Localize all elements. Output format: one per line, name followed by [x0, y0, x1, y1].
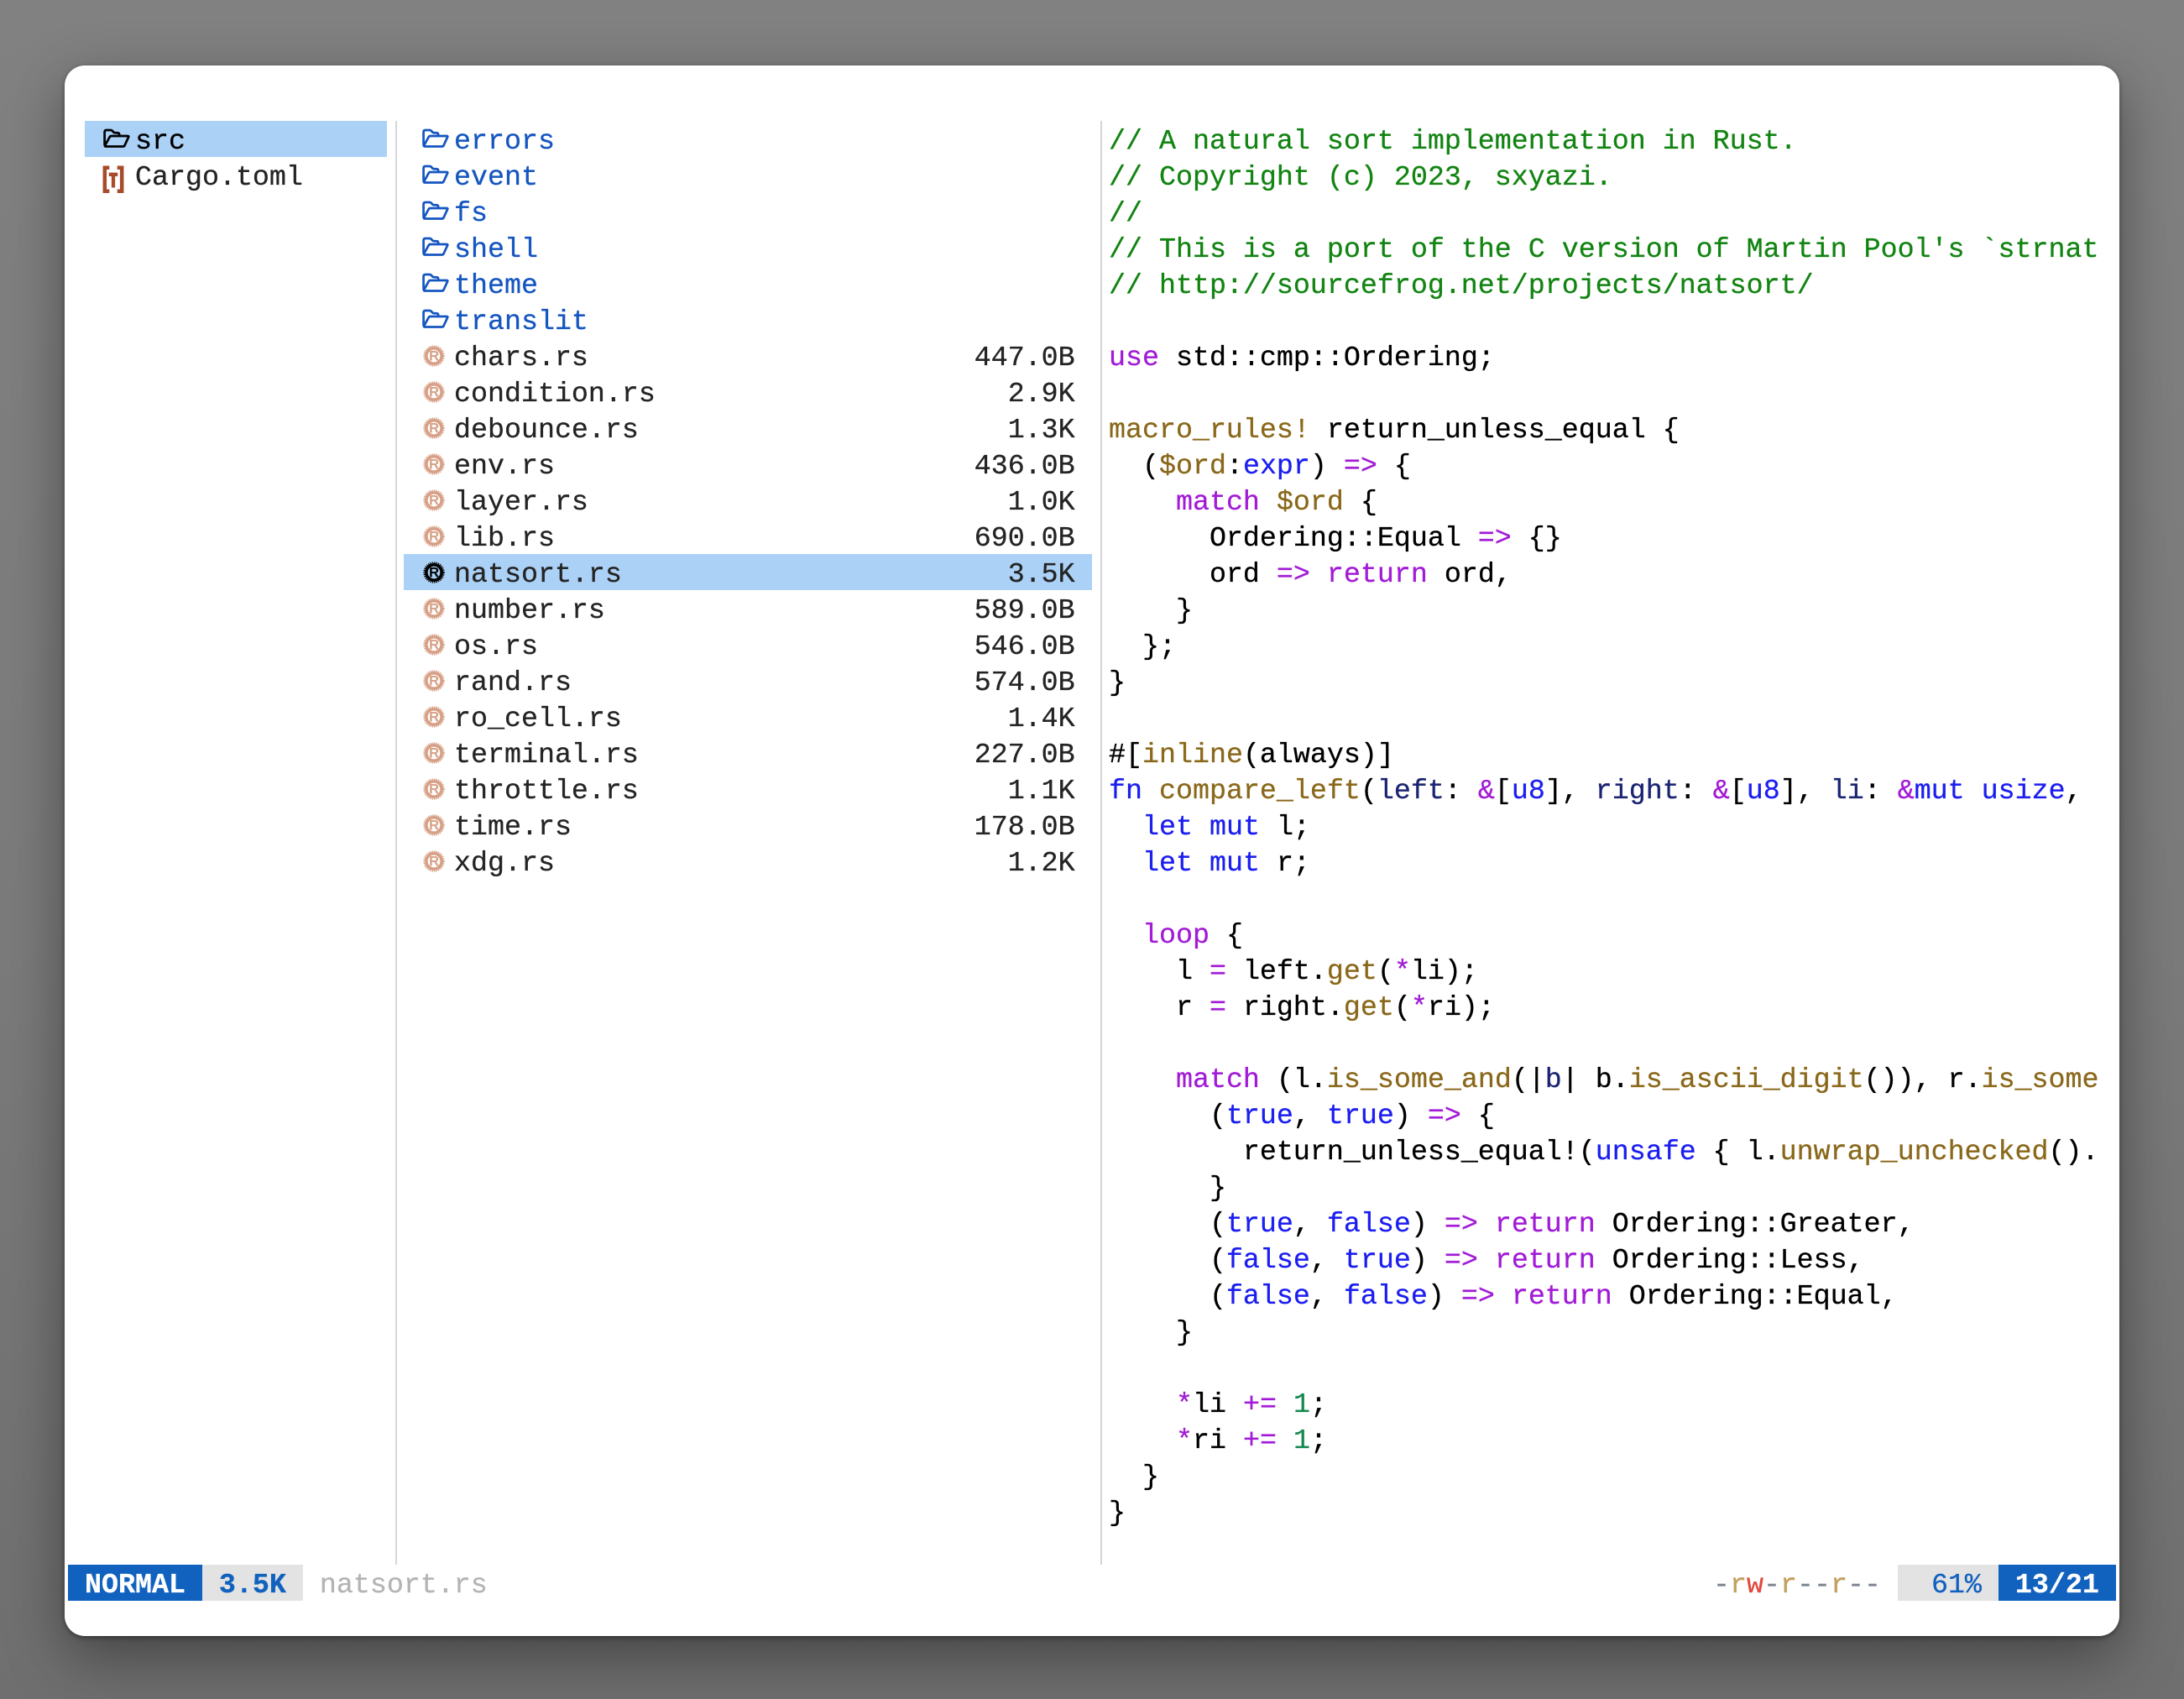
svg-text:R: R — [429, 708, 439, 724]
svg-text:R: R — [429, 672, 439, 688]
svg-text:R: R — [429, 781, 439, 797]
svg-text:R: R — [429, 420, 439, 436]
svg-text:R: R — [429, 528, 439, 544]
svg-text:R: R — [429, 745, 439, 761]
svg-text:R: R — [429, 492, 439, 508]
svg-text:R: R — [429, 853, 439, 869]
svg-text:R: R — [429, 564, 439, 580]
svg-text:R: R — [429, 456, 439, 472]
svg-text:R: R — [429, 636, 439, 652]
svg-text:R: R — [429, 817, 439, 833]
svg-text:R: R — [429, 600, 439, 616]
svg-text:R: R — [429, 384, 439, 400]
svg-text:R: R — [429, 348, 439, 363]
